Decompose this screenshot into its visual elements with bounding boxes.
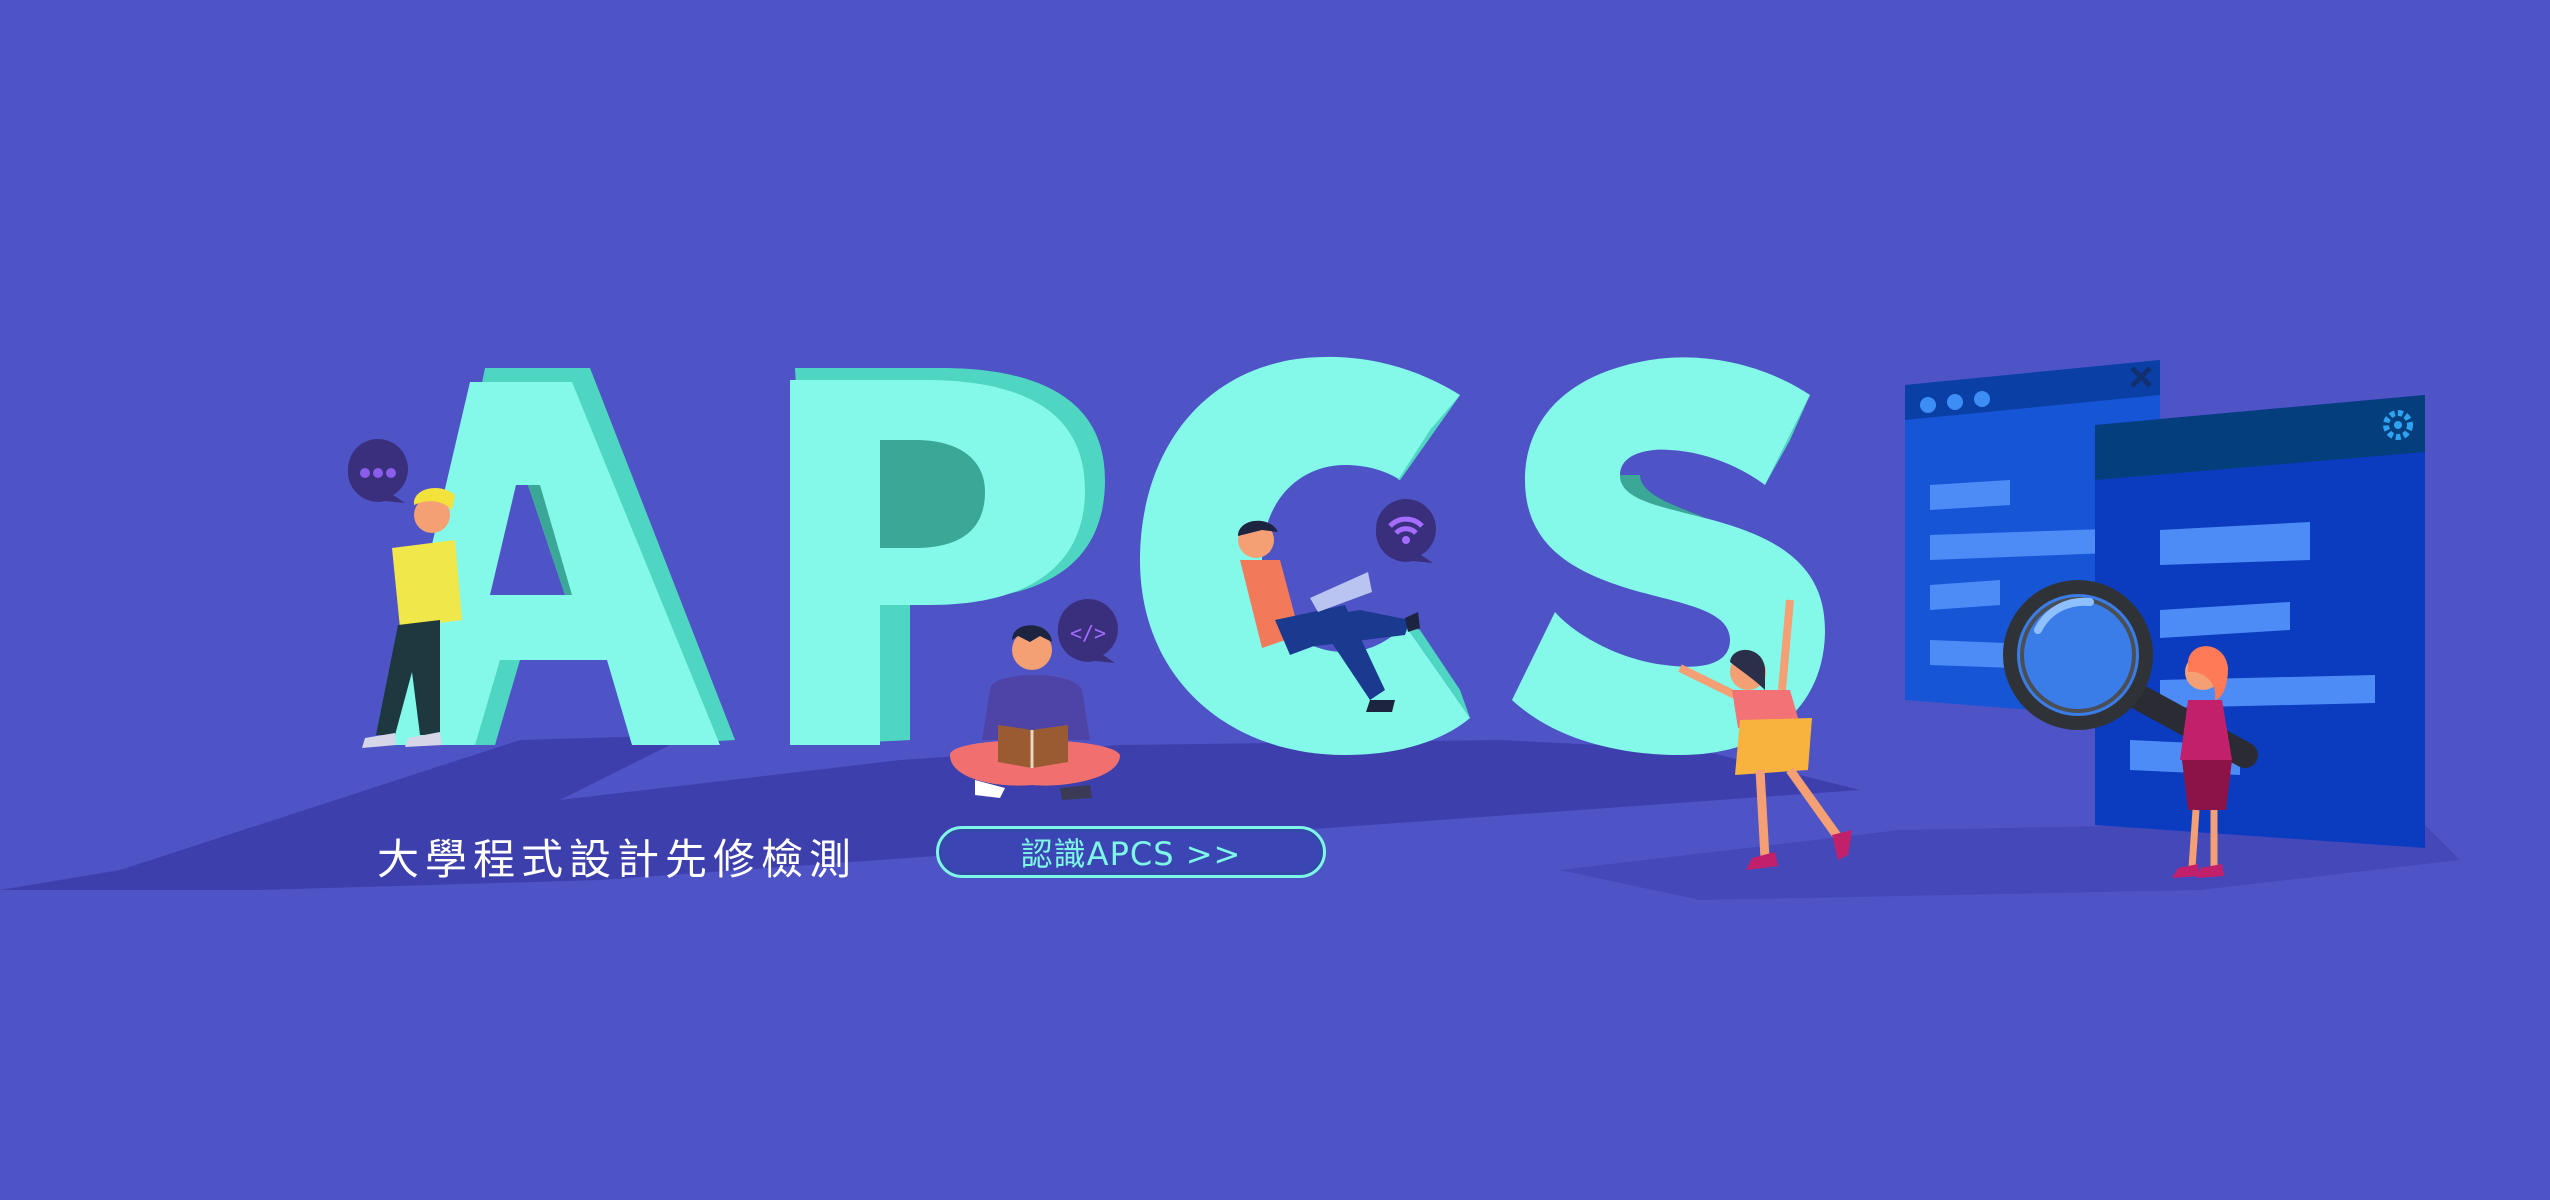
svg-text:</>: </> <box>1070 621 1106 645</box>
speech-bubble-dots-icon <box>347 439 408 503</box>
wifi-icon <box>1375 499 1436 563</box>
learn-apcs-button[interactable]: 認識APCS >> <box>936 826 1326 878</box>
letter-shadows <box>0 735 1860 890</box>
hero-subtitle: 大學程式設計先修檢測 <box>377 835 858 884</box>
code-tag-icon: </> <box>1057 599 1118 663</box>
hero-illustration: </> <box>0 356 2460 900</box>
